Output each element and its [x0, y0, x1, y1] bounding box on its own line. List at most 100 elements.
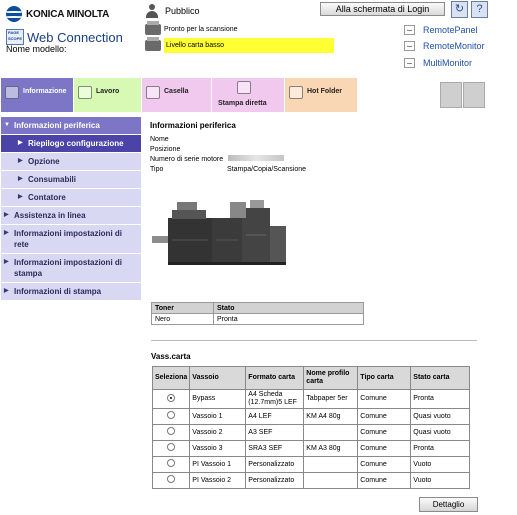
info-key: Numero di serie motore — [150, 156, 224, 163]
toner-table: Toner Stato Nero Pronta — [151, 302, 364, 325]
device-info-panel: Informazioni periferica Nome Posizione N… — [150, 121, 480, 175]
sidebar-item-impostazioni-rete[interactable]: Informazioni impostazioni di rete — [1, 225, 141, 254]
paper-type: Comune — [357, 440, 412, 457]
paper-status: Quasi vuoto — [410, 408, 470, 425]
remote-monitor-label: RemoteMonitor — [423, 41, 485, 51]
select-cell — [151, 389, 191, 409]
remote-panel-label: RemotePanel — [423, 25, 478, 35]
paper-tray-title: Vass.carta — [151, 352, 191, 361]
info-row-posizione: Posizione — [150, 145, 480, 155]
tab-informazione-label: Informazione — [23, 88, 67, 95]
scanner-icon — [145, 21, 161, 35]
paper-type: Comune — [357, 424, 412, 441]
scanner-status-text: Pronto per la scansione — [164, 26, 238, 33]
tray-radio-vassoio-3[interactable] — [167, 443, 176, 451]
refresh-icon[interactable]: ↻ — [451, 1, 468, 18]
table-row: Vassoio 2 A3 SEF Comune Quasi vuoto — [151, 424, 470, 441]
select-header: Seleziona — [151, 366, 191, 390]
multi-monitor-icon — [404, 58, 415, 68]
paper-status-header: Stato carta — [410, 366, 470, 390]
paper-profile — [303, 472, 359, 489]
paper-format: Personalizzato — [245, 456, 305, 473]
sidebar-item-impostazioni-stampa[interactable]: Informazioni impostazioni di stampa — [1, 254, 141, 283]
paper-profile: KM A4 80g — [303, 408, 359, 425]
status-header: Stato — [213, 302, 364, 314]
tab-hot-folder[interactable]: Hot Folder — [285, 78, 358, 112]
paper-profile: Tabpaper 5er — [303, 389, 359, 409]
printer-warning-icon — [145, 37, 161, 51]
profile-header: Nome profilo carta — [303, 366, 359, 390]
sidebar-item-riepilogo-configurazione[interactable]: Riepilogo configurazione — [1, 135, 141, 153]
tray-name: PI Vassoio 2 — [189, 472, 247, 489]
paper-type: Comune — [357, 389, 412, 409]
redacted-serial — [228, 155, 284, 161]
list-view-icon[interactable] — [463, 82, 485, 108]
detail-button[interactable]: Dettaglio — [419, 497, 478, 512]
tray-name: PI Vassoio 1 — [189, 456, 247, 473]
direct-print-icon — [237, 81, 251, 94]
paper-format: A4 LEF — [245, 408, 305, 425]
sidebar-item-informazioni-periferica[interactable]: Informazioni periferica — [1, 117, 141, 135]
paper-status: Pronta — [410, 389, 470, 409]
main-tabs: Informazione Lavoro Casella Stampa diret… — [1, 78, 358, 112]
paper-format: A4 Scheda (12.7mm)5 LEF — [245, 389, 305, 409]
table-row: Nero Pronta — [151, 313, 364, 325]
konica-minolta-mark-icon — [6, 6, 22, 22]
table-row: PI Vassoio 2 Personalizzato Comune Vuoto — [151, 472, 470, 489]
info-row-tipo: Tipo Stampa/Copia/Scansione — [150, 165, 480, 175]
web-connection-logo: PAGE SCOPE Web Connection — [6, 29, 123, 45]
remote-monitor-link[interactable]: RemoteMonitor — [404, 41, 485, 51]
select-cell — [151, 456, 191, 473]
sidebar-item-contatore[interactable]: Contatore — [1, 189, 141, 207]
tray-radio-vassoio-1[interactable] — [167, 411, 176, 419]
help-icon[interactable]: ? — [471, 1, 488, 18]
sidebar-item-assistenza[interactable]: Assistenza in linea — [1, 207, 141, 225]
table-row: Bypass A4 Scheda (12.7mm)5 LEF Tabpaper … — [151, 389, 470, 409]
info-key: Tipo — [150, 166, 164, 173]
paper-low-warning: Livello carta basso — [164, 38, 334, 53]
toner-header-row: Toner Stato — [151, 302, 364, 314]
sidebar-item-opzione[interactable]: Opzione — [1, 153, 141, 171]
tab-stampa-diretta[interactable]: Stampa diretta — [212, 78, 285, 112]
tray-radio-pi-vassoio-1[interactable] — [167, 459, 176, 467]
paper-type: Comune — [357, 472, 412, 489]
toner-color: Nero — [151, 313, 214, 325]
remote-panel-link[interactable]: RemotePanel — [404, 25, 478, 35]
model-name-label: Nome modello: — [6, 44, 67, 54]
type-header: Tipo carta — [357, 366, 412, 390]
login-button[interactable]: Alla schermata di Login — [320, 2, 445, 16]
toner-status: Pronta — [213, 313, 364, 325]
information-icon — [5, 86, 19, 99]
sidebar-item-consumabili[interactable]: Consumabili — [1, 171, 141, 189]
tray-name: Bypass — [189, 389, 247, 409]
paper-type: Comune — [357, 408, 412, 425]
format-header: Formato carta — [245, 366, 305, 390]
tab-casella[interactable]: Casella — [142, 78, 212, 112]
tray-header: Vassoio — [189, 366, 247, 390]
tab-lavoro[interactable]: Lavoro — [74, 78, 142, 112]
paper-status: Vuoto — [410, 456, 470, 473]
table-row: Vassoio 1 A4 LEF KM A4 80g Comune Quasi … — [151, 408, 470, 425]
printer-illustration — [152, 200, 286, 265]
sidebar: Informazioni periferica Riepilogo config… — [1, 117, 141, 301]
tray-name: Vassoio 2 — [189, 424, 247, 441]
pagescope-icon: PAGE SCOPE — [6, 29, 24, 45]
multi-monitor-link[interactable]: MultiMonitor — [404, 58, 472, 68]
info-row-nome: Nome — [150, 135, 480, 145]
info-value: Stampa/Copia/Scansione — [227, 166, 306, 173]
tray-radio-vassoio-2[interactable] — [167, 427, 176, 435]
paper-profile: KM A3 80g — [303, 440, 359, 457]
toner-header: Toner — [151, 302, 214, 314]
select-cell — [151, 408, 191, 425]
tab-informazione[interactable]: Informazione — [1, 78, 74, 112]
tray-name: Vassoio 1 — [189, 408, 247, 425]
device-view-icon[interactable] — [440, 82, 462, 108]
tray-radio-pi-vassoio-2[interactable] — [167, 475, 176, 483]
paper-profile — [303, 424, 359, 441]
product-name: Web Connection — [27, 29, 123, 45]
tray-radio-bypass[interactable] — [167, 393, 176, 402]
info-row-serial: Numero di serie motore — [150, 155, 480, 165]
select-cell — [151, 472, 191, 489]
scanner-status: Pronto per la scansione — [145, 21, 238, 35]
sidebar-item-informazioni-stampa[interactable]: Informazioni di stampa — [1, 283, 141, 301]
